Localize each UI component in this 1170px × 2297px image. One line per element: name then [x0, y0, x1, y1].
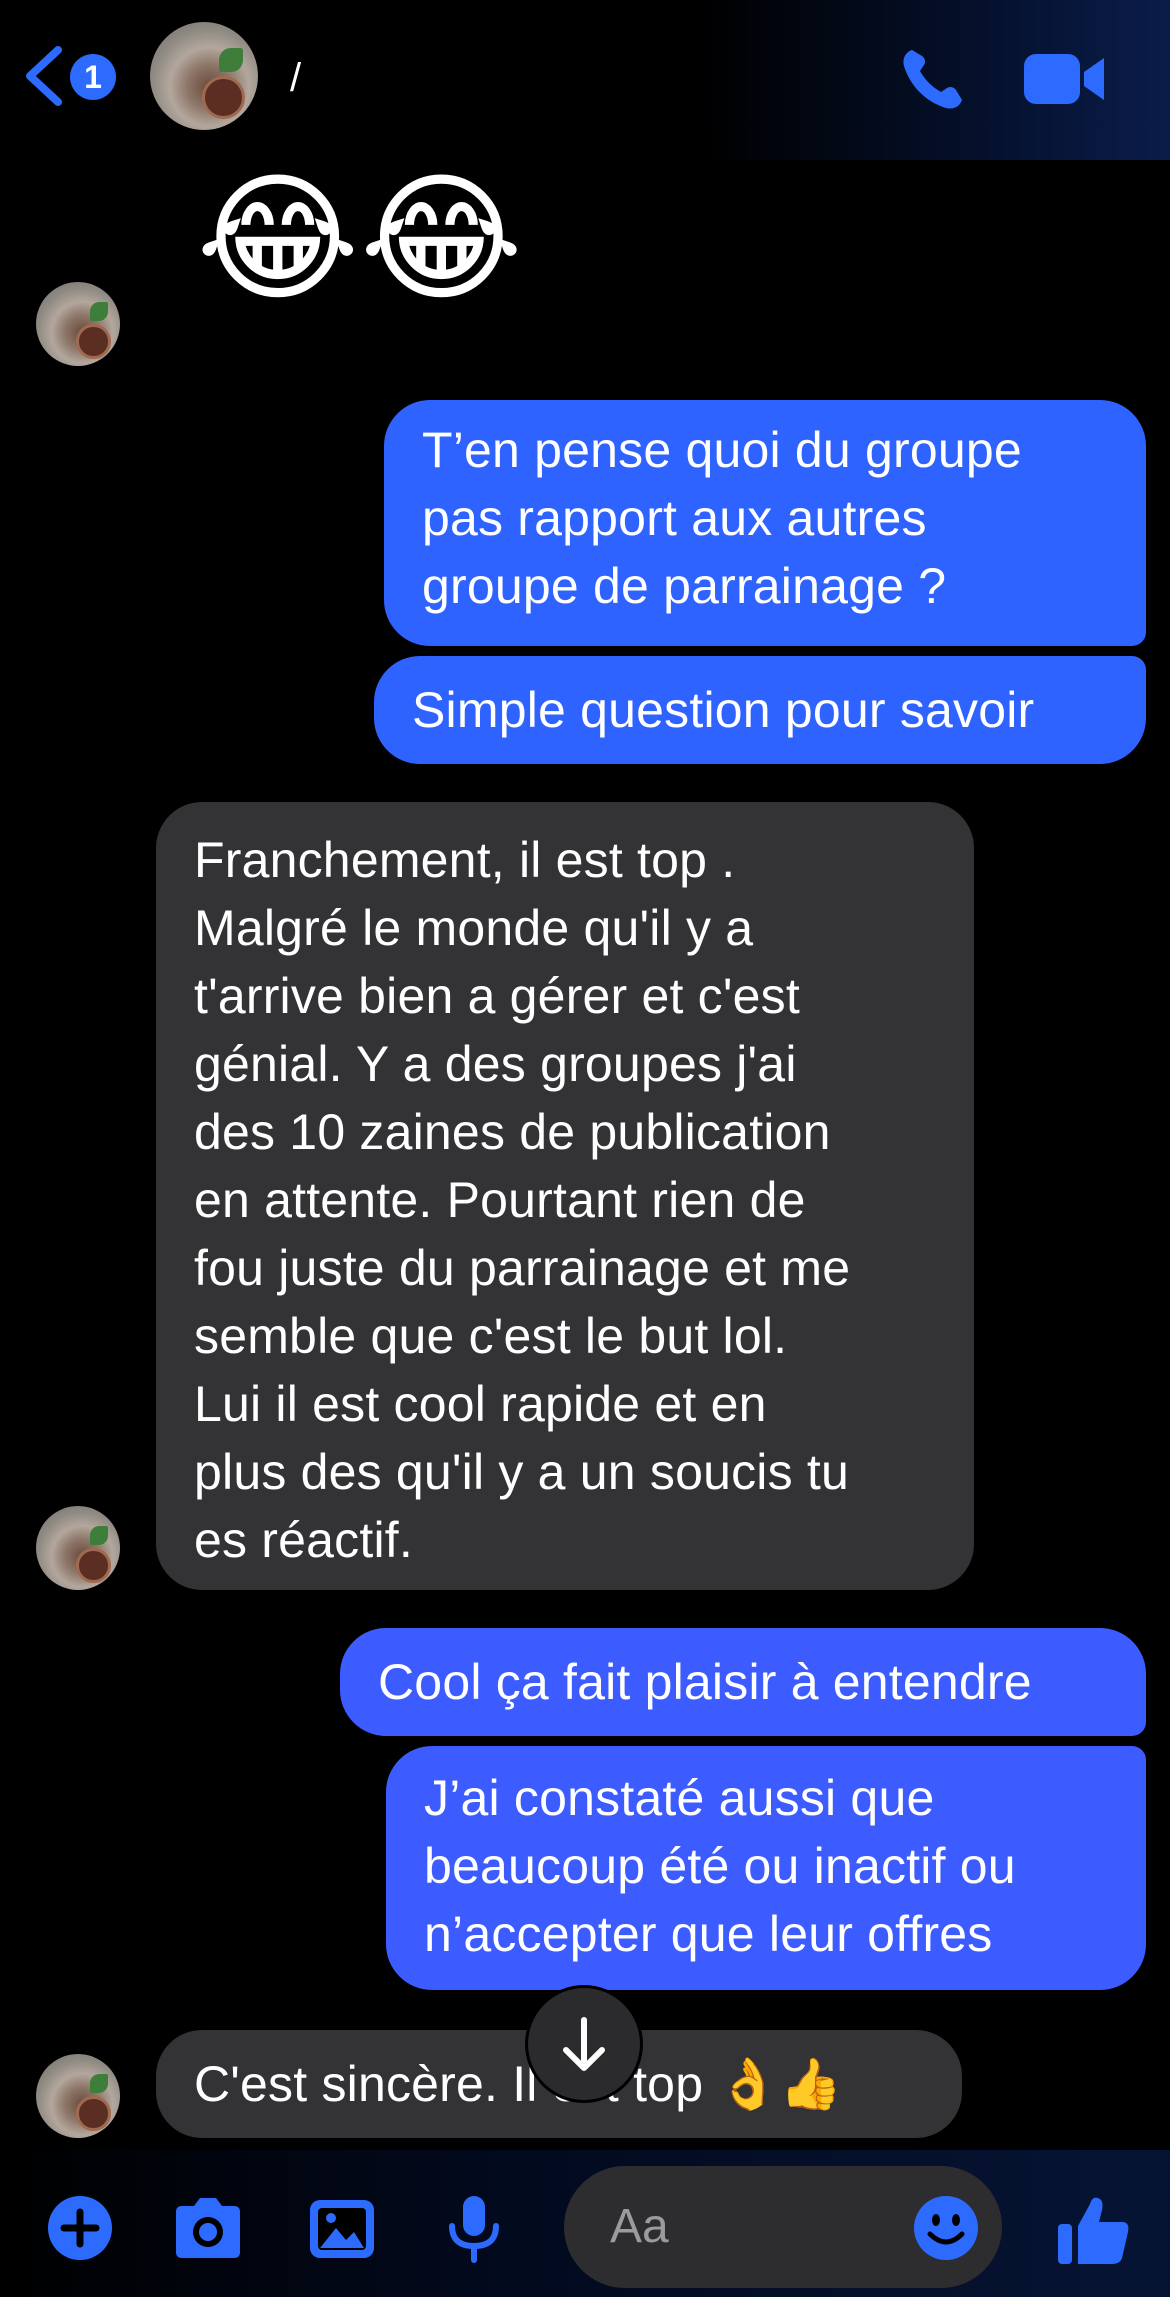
message-line: n’accepter que leur offres: [424, 1906, 993, 1962]
message-line: génial. Y a des groupes j'ai: [194, 1036, 797, 1092]
unread-badge: 1: [70, 54, 116, 100]
message-line: pas rapport aux autres: [422, 490, 927, 546]
received-message-bubble[interactable]: Franchement, il est top . Malgré le mond…: [156, 802, 974, 1590]
message-line: beaucoup été ou inactif ou: [424, 1838, 1016, 1894]
sent-message-bubble[interactable]: J’ai constaté aussi que beaucoup été ou …: [386, 1746, 1146, 1990]
message-input-placeholder: Aa: [610, 2200, 669, 2253]
contact-avatar-small[interactable]: [36, 282, 120, 366]
message-line: T’en pense quoi du groupe: [422, 422, 1022, 478]
phone-icon: [903, 50, 962, 109]
message-line: Lui il est cool rapide et en: [194, 1376, 767, 1432]
message-line: fou juste du parrainage et me: [194, 1240, 851, 1296]
sent-message-bubble[interactable]: Simple question pour savoir: [374, 656, 1146, 764]
thumbs-up-icon: [1058, 2197, 1129, 2264]
message-line: Malgré le monde qu'il y a: [194, 900, 754, 956]
camera-icon: [176, 2198, 240, 2258]
message-line: t'arrive bien a gérer et c'est: [194, 968, 800, 1024]
add-button[interactable]: [42, 2190, 118, 2266]
message-line: es réactif.: [194, 1512, 413, 1568]
message-line: groupe de parrainage ?: [422, 558, 947, 614]
chat-header: 1 /: [0, 0, 1170, 160]
camera-button[interactable]: [170, 2190, 246, 2266]
message-line: Simple question pour savoir: [412, 682, 1035, 738]
message-input[interactable]: Aa: [564, 2166, 1002, 2288]
microphone-button[interactable]: [436, 2190, 512, 2266]
sent-message-bubble[interactable]: T’en pense quoi du groupe pas rapport au…: [384, 400, 1146, 646]
arrow-down-icon: [563, 2017, 605, 2071]
microphone-icon: [449, 2196, 499, 2263]
emoji-message[interactable]: 😂😂: [196, 170, 523, 310]
call-button[interactable]: [898, 44, 968, 114]
scroll-to-bottom-button[interactable]: [528, 1988, 640, 2100]
video-call-button[interactable]: [1022, 48, 1108, 110]
contact-name[interactable]: /: [290, 56, 301, 101]
image-icon: [310, 2200, 374, 2258]
message-line: des 10 zaines de publication: [194, 1104, 831, 1160]
contact-avatar-small[interactable]: [36, 2054, 120, 2138]
message-line: J’ai constaté aussi que: [424, 1770, 935, 1826]
message-line: en attente. Pourtant rien de: [194, 1172, 806, 1228]
back-button[interactable]: 1: [22, 40, 132, 110]
chevron-left-icon: [26, 46, 62, 106]
like-button[interactable]: [1054, 2190, 1134, 2270]
emoji-button[interactable]: [912, 2194, 980, 2262]
contact-avatar-small[interactable]: [36, 1506, 120, 1590]
message-line: Franchement, il est top .: [194, 832, 736, 888]
message-line: semble que c'est le but lol.: [194, 1308, 788, 1364]
message-line: Cool ça fait plaisir à entendre: [378, 1654, 1032, 1710]
gallery-button[interactable]: [304, 2190, 380, 2266]
plus-circle-icon: [48, 2196, 112, 2260]
message-line: plus des qu'il y a un soucis tu: [194, 1444, 850, 1500]
sent-message-bubble[interactable]: Cool ça fait plaisir à entendre: [340, 1628, 1146, 1736]
smiley-icon: [914, 2196, 978, 2260]
video-camera-icon: [1024, 54, 1104, 104]
contact-avatar[interactable]: [150, 22, 258, 130]
